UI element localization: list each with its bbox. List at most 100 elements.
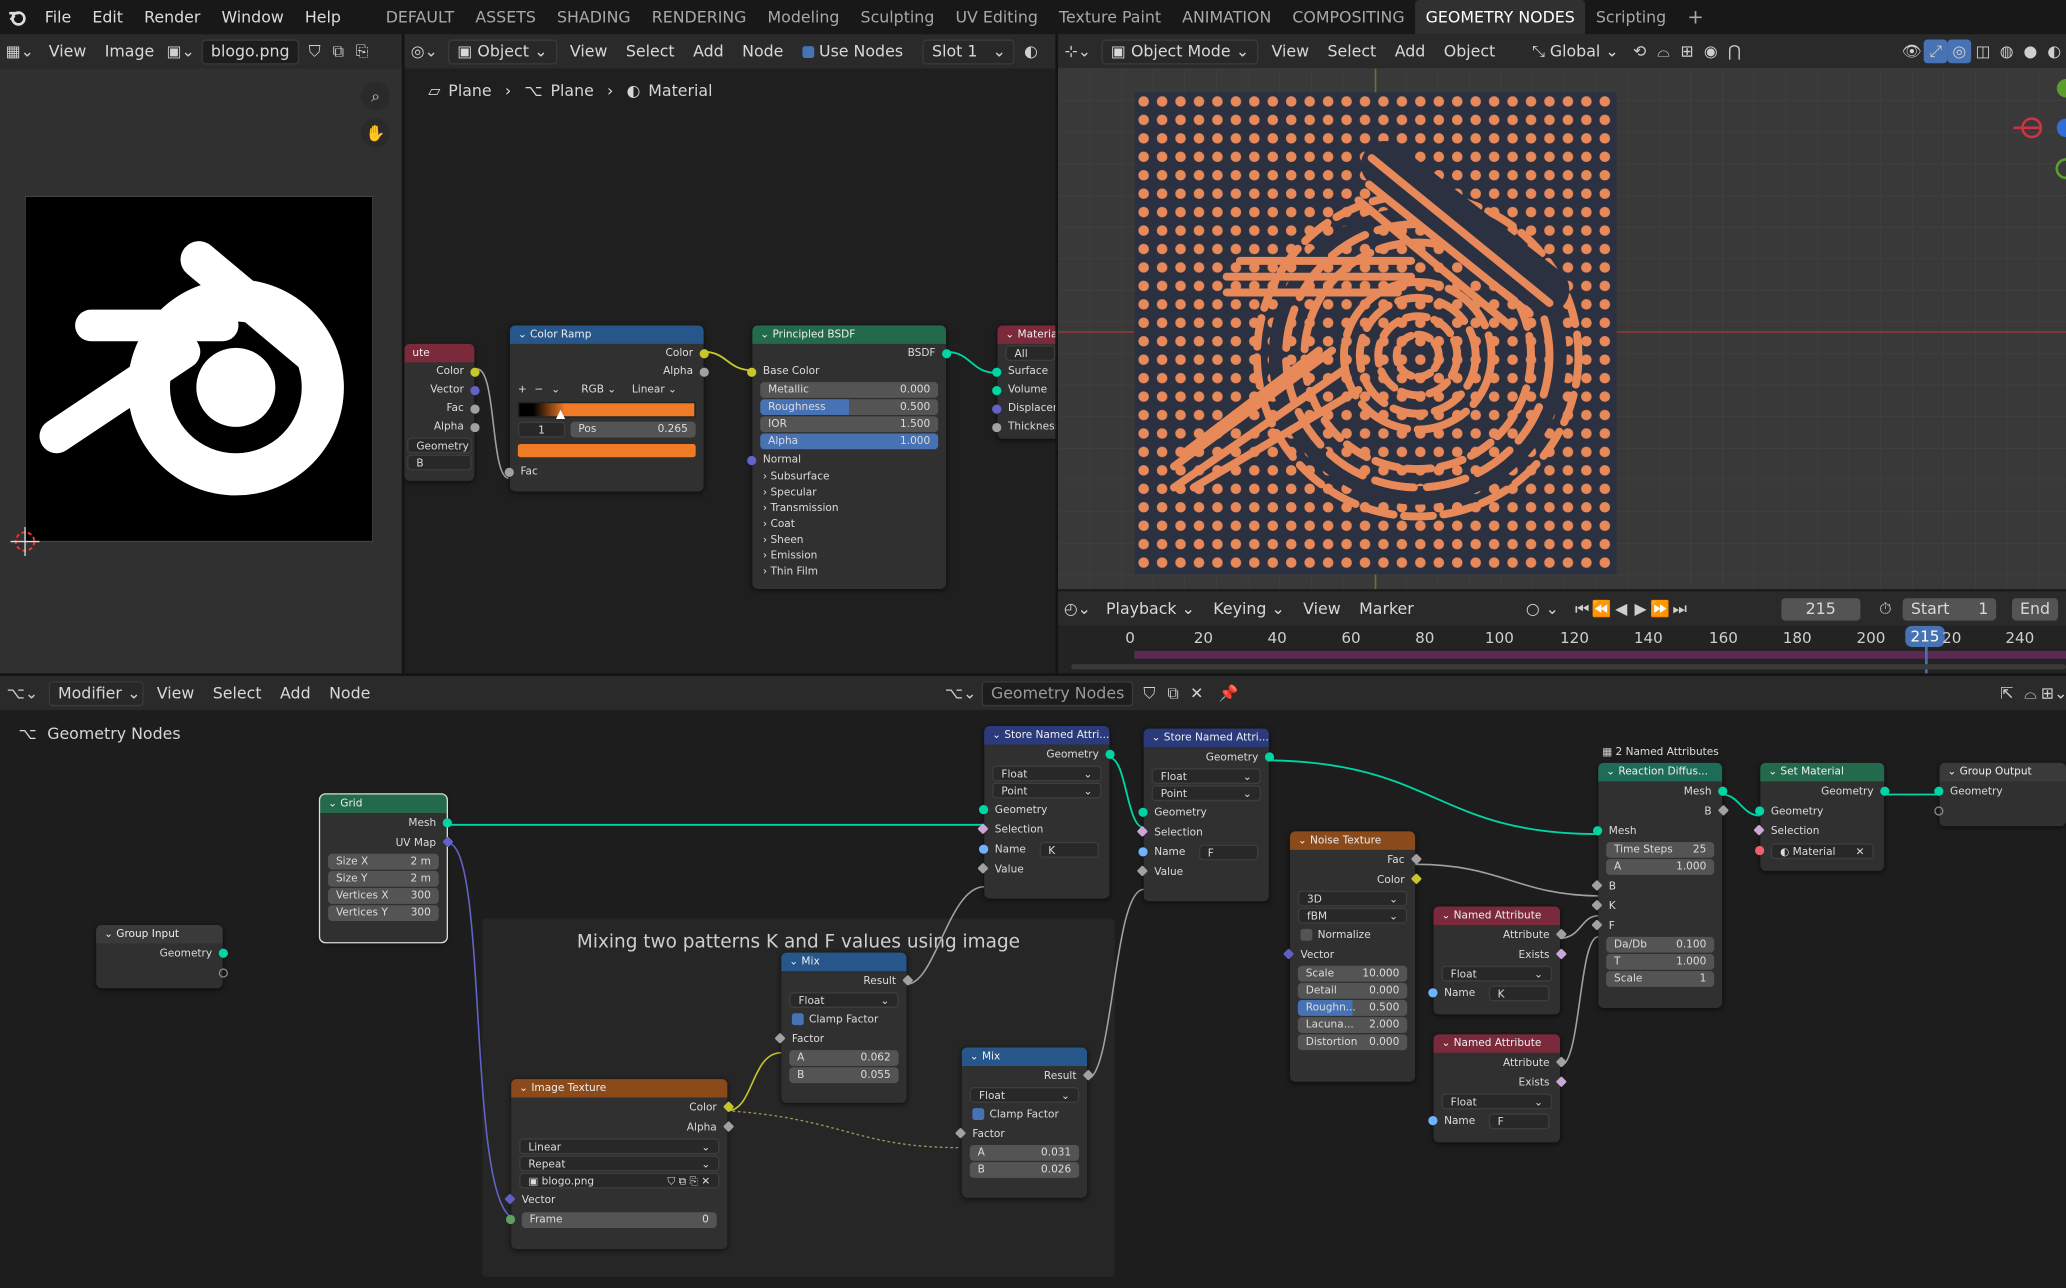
- reaction-scale-field[interactable]: Scale 1: [1606, 971, 1715, 987]
- overlay-icon[interactable]: ◎: [1947, 39, 1972, 64]
- timeline-type-icon[interactable]: ◴⌄: [1058, 597, 1097, 621]
- tab-compositing[interactable]: COMPOSITING: [1282, 0, 1415, 34]
- mix-f-node[interactable]: ⌄ Mix Result Float ⌄ Clamp Factor Factor …: [954, 1047, 1094, 1198]
- ramp-mode-dropdown[interactable]: RGB ⌄: [581, 381, 616, 399]
- noise-lacunarity-field[interactable]: Lacuna... 2.000: [1297, 1017, 1408, 1033]
- keying-menu[interactable]: Keying ⌄: [1204, 600, 1294, 618]
- set-material-geometry-input[interactable]: [1755, 806, 1765, 816]
- geo-tree-type-dropdown[interactable]: Modifier ⌄: [48, 680, 144, 706]
- normalize-checkbox[interactable]: Normalize: [1290, 925, 1415, 945]
- fake-user-shield-icon[interactable]: ⛉: [303, 40, 327, 64]
- image-editor-canvas[interactable]: ⌕ ✋: [0, 68, 402, 675]
- use-nodes-checkbox[interactable]: Use Nodes: [793, 42, 913, 61]
- metallic-field[interactable]: Metallic 0.000: [760, 382, 939, 398]
- menu-help[interactable]: Help: [294, 8, 351, 26]
- noise-roughness-field[interactable]: Roughn... 0.500: [1297, 1000, 1408, 1016]
- editor-type-icon[interactable]: ▦⌄: [0, 40, 40, 64]
- shader-node-canvas[interactable]: ▱ Plane › ⌥ Plane › ◐ Material ute Color Ve…: [404, 68, 1056, 675]
- region-divider[interactable]: [1055, 34, 1059, 675]
- region-divider[interactable]: [0, 673, 2066, 676]
- tab-uv-editing[interactable]: UV Editing: [945, 0, 1049, 34]
- marker-menu[interactable]: Marker: [1350, 600, 1423, 618]
- store-k-geometry-input[interactable]: [978, 805, 989, 815]
- named-k-type-dropdown[interactable]: Float ⌄: [1441, 965, 1553, 982]
- set-material-node[interactable]: ⌄ Set Material Geometry Geometry Selecti…: [1753, 762, 1890, 871]
- play-reverse-icon[interactable]: ◀: [1612, 597, 1631, 621]
- tab-animation[interactable]: ANIMATION: [1172, 0, 1282, 34]
- snap-target-icon[interactable]: ⊞: [1675, 40, 1699, 64]
- snap-node-mode-icon[interactable]: ⊞⌄: [2041, 681, 2066, 705]
- shader-select-menu[interactable]: Select: [617, 42, 684, 60]
- store-named-attribute-k-node[interactable]: ⌄ Store Named Attri... Geometry Float ⌄ P…: [977, 725, 1115, 899]
- mix-k-a-field[interactable]: A 0.062: [789, 1050, 899, 1066]
- image-texture-node[interactable]: ⌄ Image Texture Color Alpha Linear ⌄ Repe…: [504, 1079, 735, 1250]
- image-frame-input[interactable]: [505, 1214, 516, 1225]
- fac-output-socket[interactable]: [470, 404, 480, 414]
- output-target-dropdown[interactable]: All: [1005, 345, 1056, 362]
- group-output-empty-socket[interactable]: [1934, 806, 1944, 816]
- ramp-gradient[interactable]: ▲: [517, 401, 696, 422]
- menu-render[interactable]: Render: [134, 8, 211, 26]
- named-f-name-field[interactable]: F: [1488, 1112, 1550, 1129]
- named-attribute-k-node[interactable]: ⌄ Named Attribute Attribute Exists Float…: [1428, 906, 1567, 1015]
- solid-shading-icon[interactable]: ●: [2019, 40, 2043, 64]
- ramp-color-swatch[interactable]: [517, 444, 696, 458]
- image-extension-dropdown[interactable]: Repeat ⌄: [519, 1155, 720, 1172]
- attr-type-dropdown[interactable]: Geometry⌄: [407, 437, 472, 454]
- group-output-geometry-input[interactable]: [1934, 786, 1944, 796]
- surface-socket[interactable]: [992, 367, 1002, 377]
- material-sphere-icon[interactable]: ◐: [1019, 40, 1043, 64]
- snap-icon[interactable]: ⌓: [1652, 40, 1676, 64]
- tab-default[interactable]: DEFAULT: [375, 0, 465, 34]
- shader-type-dropdown[interactable]: ▣ Object ⌄: [447, 38, 557, 64]
- duplicate-icon[interactable]: ⧉: [326, 40, 350, 64]
- displacement-socket[interactable]: [992, 404, 1002, 414]
- store-f-name-field[interactable]: F: [1198, 843, 1259, 860]
- reaction-diffusion-node[interactable]: ⌄ Reaction Diffus... Mesh B Mesh Time St…: [1591, 762, 1730, 1008]
- color-output-socket[interactable]: [470, 367, 480, 377]
- timeline-view-menu[interactable]: View: [1294, 600, 1350, 618]
- wireframe-shading-icon[interactable]: ◍: [1995, 40, 2019, 64]
- geo-editor-type-icon[interactable]: ⌥⌄: [0, 681, 45, 705]
- noise-texture-node[interactable]: ⌄ Noise Texture Fac Color 3D ⌄ fBM ⌄ Norma…: [1283, 831, 1423, 1082]
- reaction-mesh-output[interactable]: [1718, 786, 1728, 796]
- emission-panel[interactable]: › Emission: [752, 548, 946, 564]
- attr-name-field[interactable]: B: [407, 454, 472, 471]
- jump-key-back-icon[interactable]: ⏪: [1592, 597, 1612, 621]
- transmission-panel[interactable]: › Transmission: [752, 501, 946, 517]
- node-tree-browse-icon[interactable]: ⌥⌄: [944, 681, 978, 705]
- named-attribute-f-node[interactable]: ⌄ Named Attribute Attribute Exists Float…: [1428, 1034, 1567, 1143]
- material-output-node[interactable]: ⌄ Material O All Surface Volume Displace…: [992, 325, 1056, 439]
- timeline-ruler[interactable]: 0 20 40 60 80 100 120 140 160 180 200 21…: [1058, 625, 2066, 675]
- grid-size-x-field[interactable]: Size X2 m: [328, 853, 439, 870]
- tab-texture-paint[interactable]: Texture Paint: [1049, 0, 1172, 34]
- jump-key-forward-icon[interactable]: ⏩: [1650, 597, 1670, 621]
- store-k-geometry-output[interactable]: [1105, 749, 1115, 759]
- end-frame-field[interactable]: End: [2012, 597, 2059, 620]
- store-f-domain-dropdown[interactable]: Point ⌄: [1151, 785, 1261, 802]
- pan-hand-icon[interactable]: ✋: [361, 118, 391, 148]
- pivot-icon[interactable]: ⟲: [1628, 40, 1652, 64]
- material-shading-icon[interactable]: ◐: [2042, 40, 2066, 64]
- tree-unlink-icon[interactable]: ✕: [1185, 681, 1209, 705]
- playback-menu[interactable]: Playback ⌄: [1097, 600, 1204, 618]
- store-k-name-field[interactable]: K: [1039, 841, 1099, 858]
- tab-assets[interactable]: ASSETS: [465, 0, 547, 34]
- geo-select-menu[interactable]: Select: [204, 684, 271, 702]
- current-frame-field[interactable]: 215: [1781, 597, 1860, 620]
- named-k-name-field[interactable]: K: [1488, 984, 1550, 1001]
- shader-add-menu[interactable]: Add: [684, 42, 733, 60]
- set-material-material-input[interactable]: [1755, 845, 1765, 856]
- jump-start-icon[interactable]: ⏮: [1572, 597, 1591, 621]
- group-output-node[interactable]: ⌄ Group Output Geometry: [1934, 762, 2066, 827]
- auto-key-icon[interactable]: ○: [1523, 597, 1542, 621]
- node-tree-name-field[interactable]: Geometry Nodes: [981, 680, 1134, 706]
- tab-modeling[interactable]: Modeling: [757, 0, 850, 34]
- geo-view-menu[interactable]: View: [148, 684, 204, 702]
- mix-f-a-field[interactable]: A 0.031: [969, 1144, 1080, 1161]
- add-workspace-button[interactable]: +: [1677, 0, 1715, 34]
- image-menu[interactable]: Image: [96, 42, 164, 60]
- parent-tree-icon[interactable]: ⇱: [1995, 681, 2019, 705]
- falloff-icon[interactable]: ⋂: [1723, 40, 1747, 64]
- set-material-geometry-output[interactable]: [1880, 786, 1890, 796]
